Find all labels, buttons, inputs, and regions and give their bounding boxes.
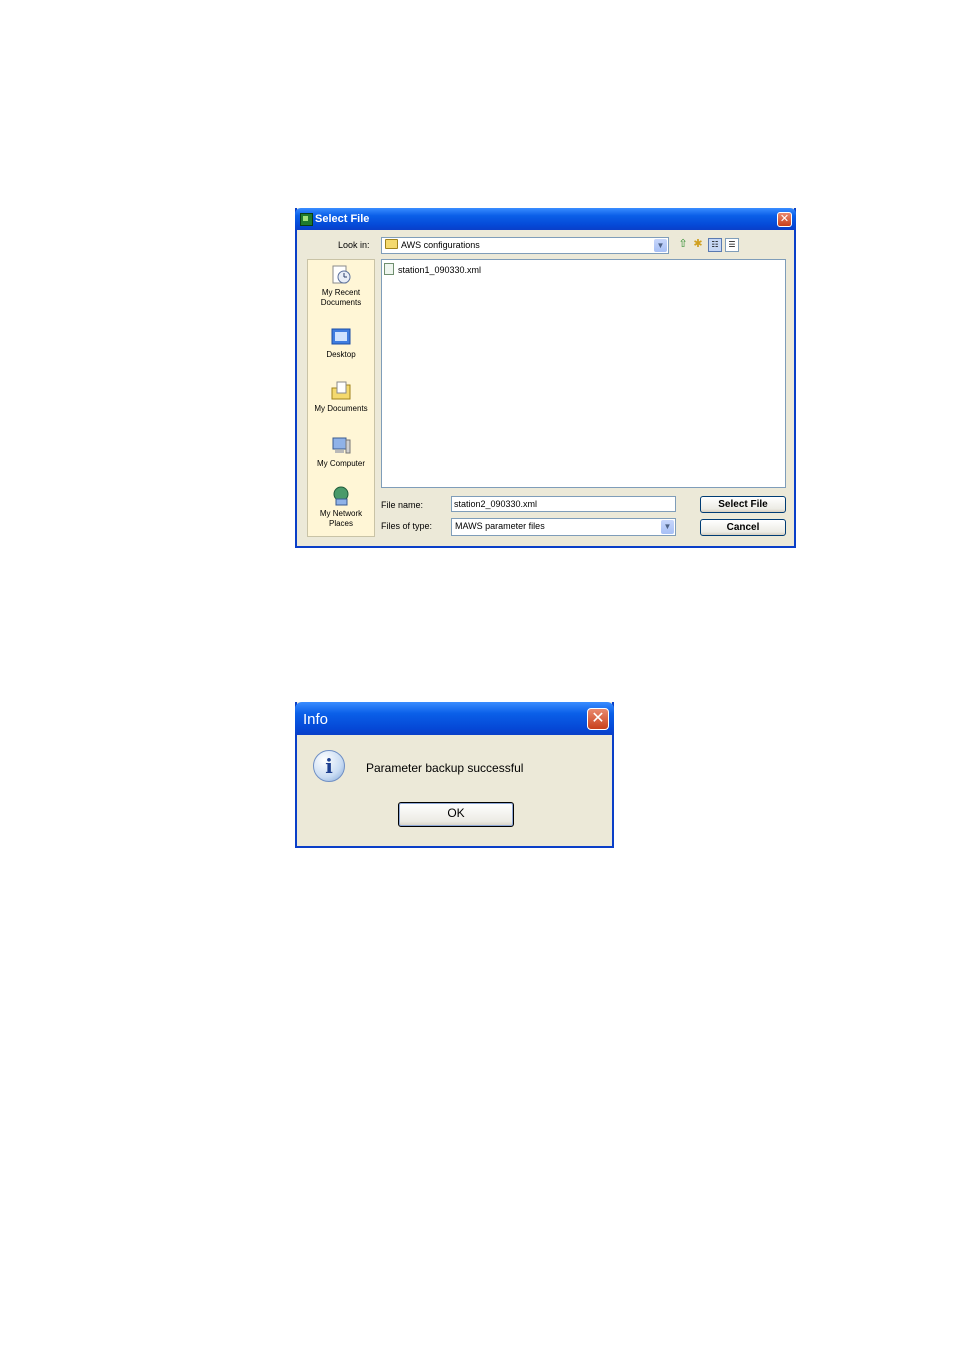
- files-of-type-label: Files of type:: [381, 521, 433, 531]
- my-documents-icon: [330, 380, 352, 402]
- title-bar[interactable]: Info ✕: [295, 702, 614, 735]
- list-item[interactable]: station1_090330.xml: [384, 263, 481, 275]
- place-recent-documents[interactable]: My Recent Documents: [308, 264, 374, 308]
- look-in-dropdown[interactable]: AWS configurations ▼: [381, 237, 669, 254]
- file-name-label: File name:: [381, 500, 424, 510]
- place-my-documents[interactable]: My Documents: [308, 380, 374, 414]
- xml-file-icon: [384, 263, 394, 275]
- files-of-type-value: MAWS parameter files: [455, 521, 545, 531]
- title-bar[interactable]: Select File ✕: [295, 208, 796, 230]
- place-network[interactable]: My Network Places: [308, 485, 374, 529]
- info-dialog: Info ✕ i Parameter backup successful OK: [295, 702, 614, 848]
- select-file-button[interactable]: Select File: [700, 496, 786, 513]
- chevron-down-icon[interactable]: ▼: [654, 239, 667, 252]
- look-in-label: Look in:: [338, 240, 370, 250]
- close-button[interactable]: ✕: [587, 708, 609, 730]
- recent-documents-icon: [330, 264, 352, 286]
- places-bar: My Recent Documents Desktop My Documents…: [307, 259, 375, 537]
- look-in-value: AWS configurations: [401, 240, 480, 250]
- network-places-icon: [330, 485, 352, 507]
- info-message: Parameter backup successful: [366, 761, 524, 775]
- cancel-button[interactable]: Cancel: [700, 519, 786, 536]
- dialog-title: Info: [303, 711, 329, 728]
- app-icon: [300, 213, 313, 226]
- close-button[interactable]: ✕: [777, 212, 792, 227]
- file-list[interactable]: station1_090330.xml: [381, 259, 786, 488]
- info-icon: i: [313, 750, 345, 782]
- chevron-down-icon[interactable]: ▼: [661, 520, 674, 534]
- my-computer-icon: [330, 435, 352, 457]
- place-desktop[interactable]: Desktop: [308, 326, 374, 360]
- desktop-icon: [330, 326, 352, 348]
- file-name-input[interactable]: station2_090330.xml: [451, 496, 676, 512]
- files-of-type-dropdown[interactable]: MAWS parameter files ▼: [451, 518, 676, 536]
- folder-icon: [385, 239, 398, 249]
- new-folder-icon[interactable]: ✱: [692, 238, 704, 250]
- dialog-title: Select File: [315, 213, 370, 225]
- list-view-icon[interactable]: ☷: [708, 238, 722, 252]
- ok-button[interactable]: OK: [398, 802, 514, 827]
- up-folder-icon[interactable]: ⇧: [677, 238, 689, 250]
- details-view-icon[interactable]: ☰: [725, 238, 739, 252]
- place-my-computer[interactable]: My Computer: [308, 435, 374, 469]
- select-file-dialog: Select File ✕ Look in: AWS configuration…: [295, 208, 796, 548]
